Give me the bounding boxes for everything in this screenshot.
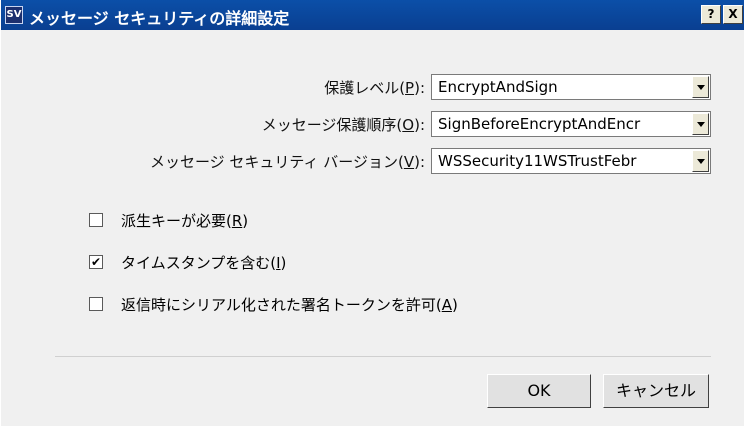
- protection-level-label: 保護レベル(P):: [324, 79, 425, 97]
- protection-order-select[interactable]: SignBeforeEncryptAndEncr: [431, 111, 711, 137]
- serialized-token-label: 返信時にシリアル化された署名トークンを許可(A): [121, 296, 458, 314]
- derived-keys-label: 派生キーが必要(R): [121, 212, 249, 230]
- derived-keys-checkbox[interactable]: [89, 213, 103, 227]
- app-icon: SV: [5, 6, 23, 24]
- protection-level-select[interactable]: EncryptAndSign: [431, 74, 711, 100]
- chevron-down-icon[interactable]: [692, 76, 709, 98]
- security-version-value: WSSecurity11WSTrustFebr: [438, 152, 637, 170]
- include-timestamp-checkbox[interactable]: ✔: [89, 255, 103, 269]
- cancel-button[interactable]: キャンセル: [603, 374, 709, 408]
- security-version-select[interactable]: WSSecurity11WSTrustFebr: [431, 148, 711, 174]
- ok-button[interactable]: OK: [487, 374, 591, 408]
- dialog-body: 保護レベル(P): EncryptAndSign メッセージ保護順序(O): S…: [1, 30, 744, 426]
- window-title: メッセージ セキュリティの詳細設定: [29, 9, 290, 28]
- check-mark-icon: ✔: [90, 255, 102, 269]
- protection-order-value: SignBeforeEncryptAndEncr: [438, 115, 641, 133]
- protection-order-label: メッセージ保護順序(O):: [261, 116, 425, 134]
- serialized-token-checkbox[interactable]: [89, 297, 103, 311]
- security-version-label: メッセージ セキュリティ バージョン(V):: [149, 153, 425, 171]
- dialog-window: SV メッセージ セキュリティの詳細設定 ? X 保護レベル(P): Encry…: [0, 0, 744, 426]
- help-button[interactable]: ?: [701, 5, 721, 24]
- chevron-down-icon[interactable]: [692, 150, 709, 172]
- chevron-down-icon[interactable]: [692, 113, 709, 135]
- include-timestamp-label: タイムスタンプを含む(I): [121, 254, 287, 272]
- close-button[interactable]: X: [723, 5, 743, 24]
- title-bar[interactable]: SV メッセージ セキュリティの詳細設定 ? X: [1, 0, 744, 30]
- protection-level-value: EncryptAndSign: [438, 78, 558, 96]
- separator: [55, 356, 711, 357]
